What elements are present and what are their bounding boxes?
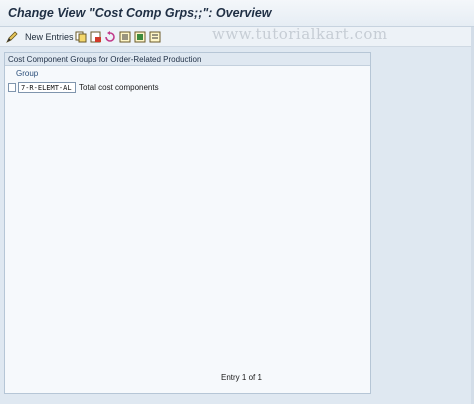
group-description: Total cost components bbox=[79, 83, 159, 92]
deselect-all-icon[interactable] bbox=[149, 30, 161, 48]
display-change-icon[interactable] bbox=[6, 30, 18, 48]
undo-icon[interactable] bbox=[104, 30, 116, 48]
window-title: Change View "Cost Comp Grps;;": Overview bbox=[8, 6, 272, 20]
table-row: 7-R-ELEMT-AL Total cost components bbox=[8, 82, 208, 94]
group-key-field[interactable]: 7-R-ELEMT-AL bbox=[18, 82, 76, 93]
select-block-icon[interactable] bbox=[134, 30, 146, 48]
title-bar: Change View "Cost Comp Grps;;": Overview bbox=[0, 0, 474, 27]
select-all-icon[interactable] bbox=[119, 30, 131, 48]
entry-counter: Entry 1 of 1 bbox=[221, 373, 262, 382]
panel-title: Cost Component Groups for Order-Related … bbox=[5, 53, 370, 66]
application-toolbar: New Entries bbox=[0, 27, 474, 47]
row-select-checkbox[interactable] bbox=[8, 83, 16, 92]
delete-icon[interactable] bbox=[90, 30, 102, 48]
new-entries-button[interactable]: New Entries bbox=[25, 32, 74, 42]
table-panel: Cost Component Groups for Order-Related … bbox=[4, 52, 371, 394]
column-header-group[interactable]: Group bbox=[16, 69, 38, 78]
copy-icon[interactable] bbox=[75, 30, 87, 48]
